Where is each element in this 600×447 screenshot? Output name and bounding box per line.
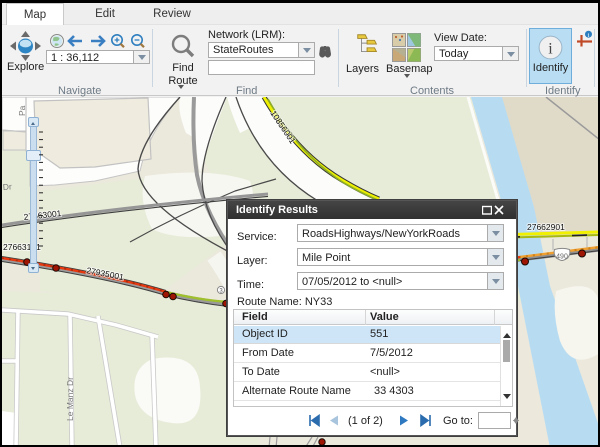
svg-text:490: 490 <box>556 254 568 261</box>
svg-text:i: i <box>548 41 553 58</box>
svg-text:i: i <box>588 32 590 39</box>
svg-text:Le Manz Dr: Le Manz Dr <box>65 377 75 421</box>
svg-text:27662901: 27662901 <box>527 222 565 232</box>
svg-text:Pa: Pa <box>17 105 27 116</box>
svg-text:Dr: Dr <box>2 181 12 192</box>
